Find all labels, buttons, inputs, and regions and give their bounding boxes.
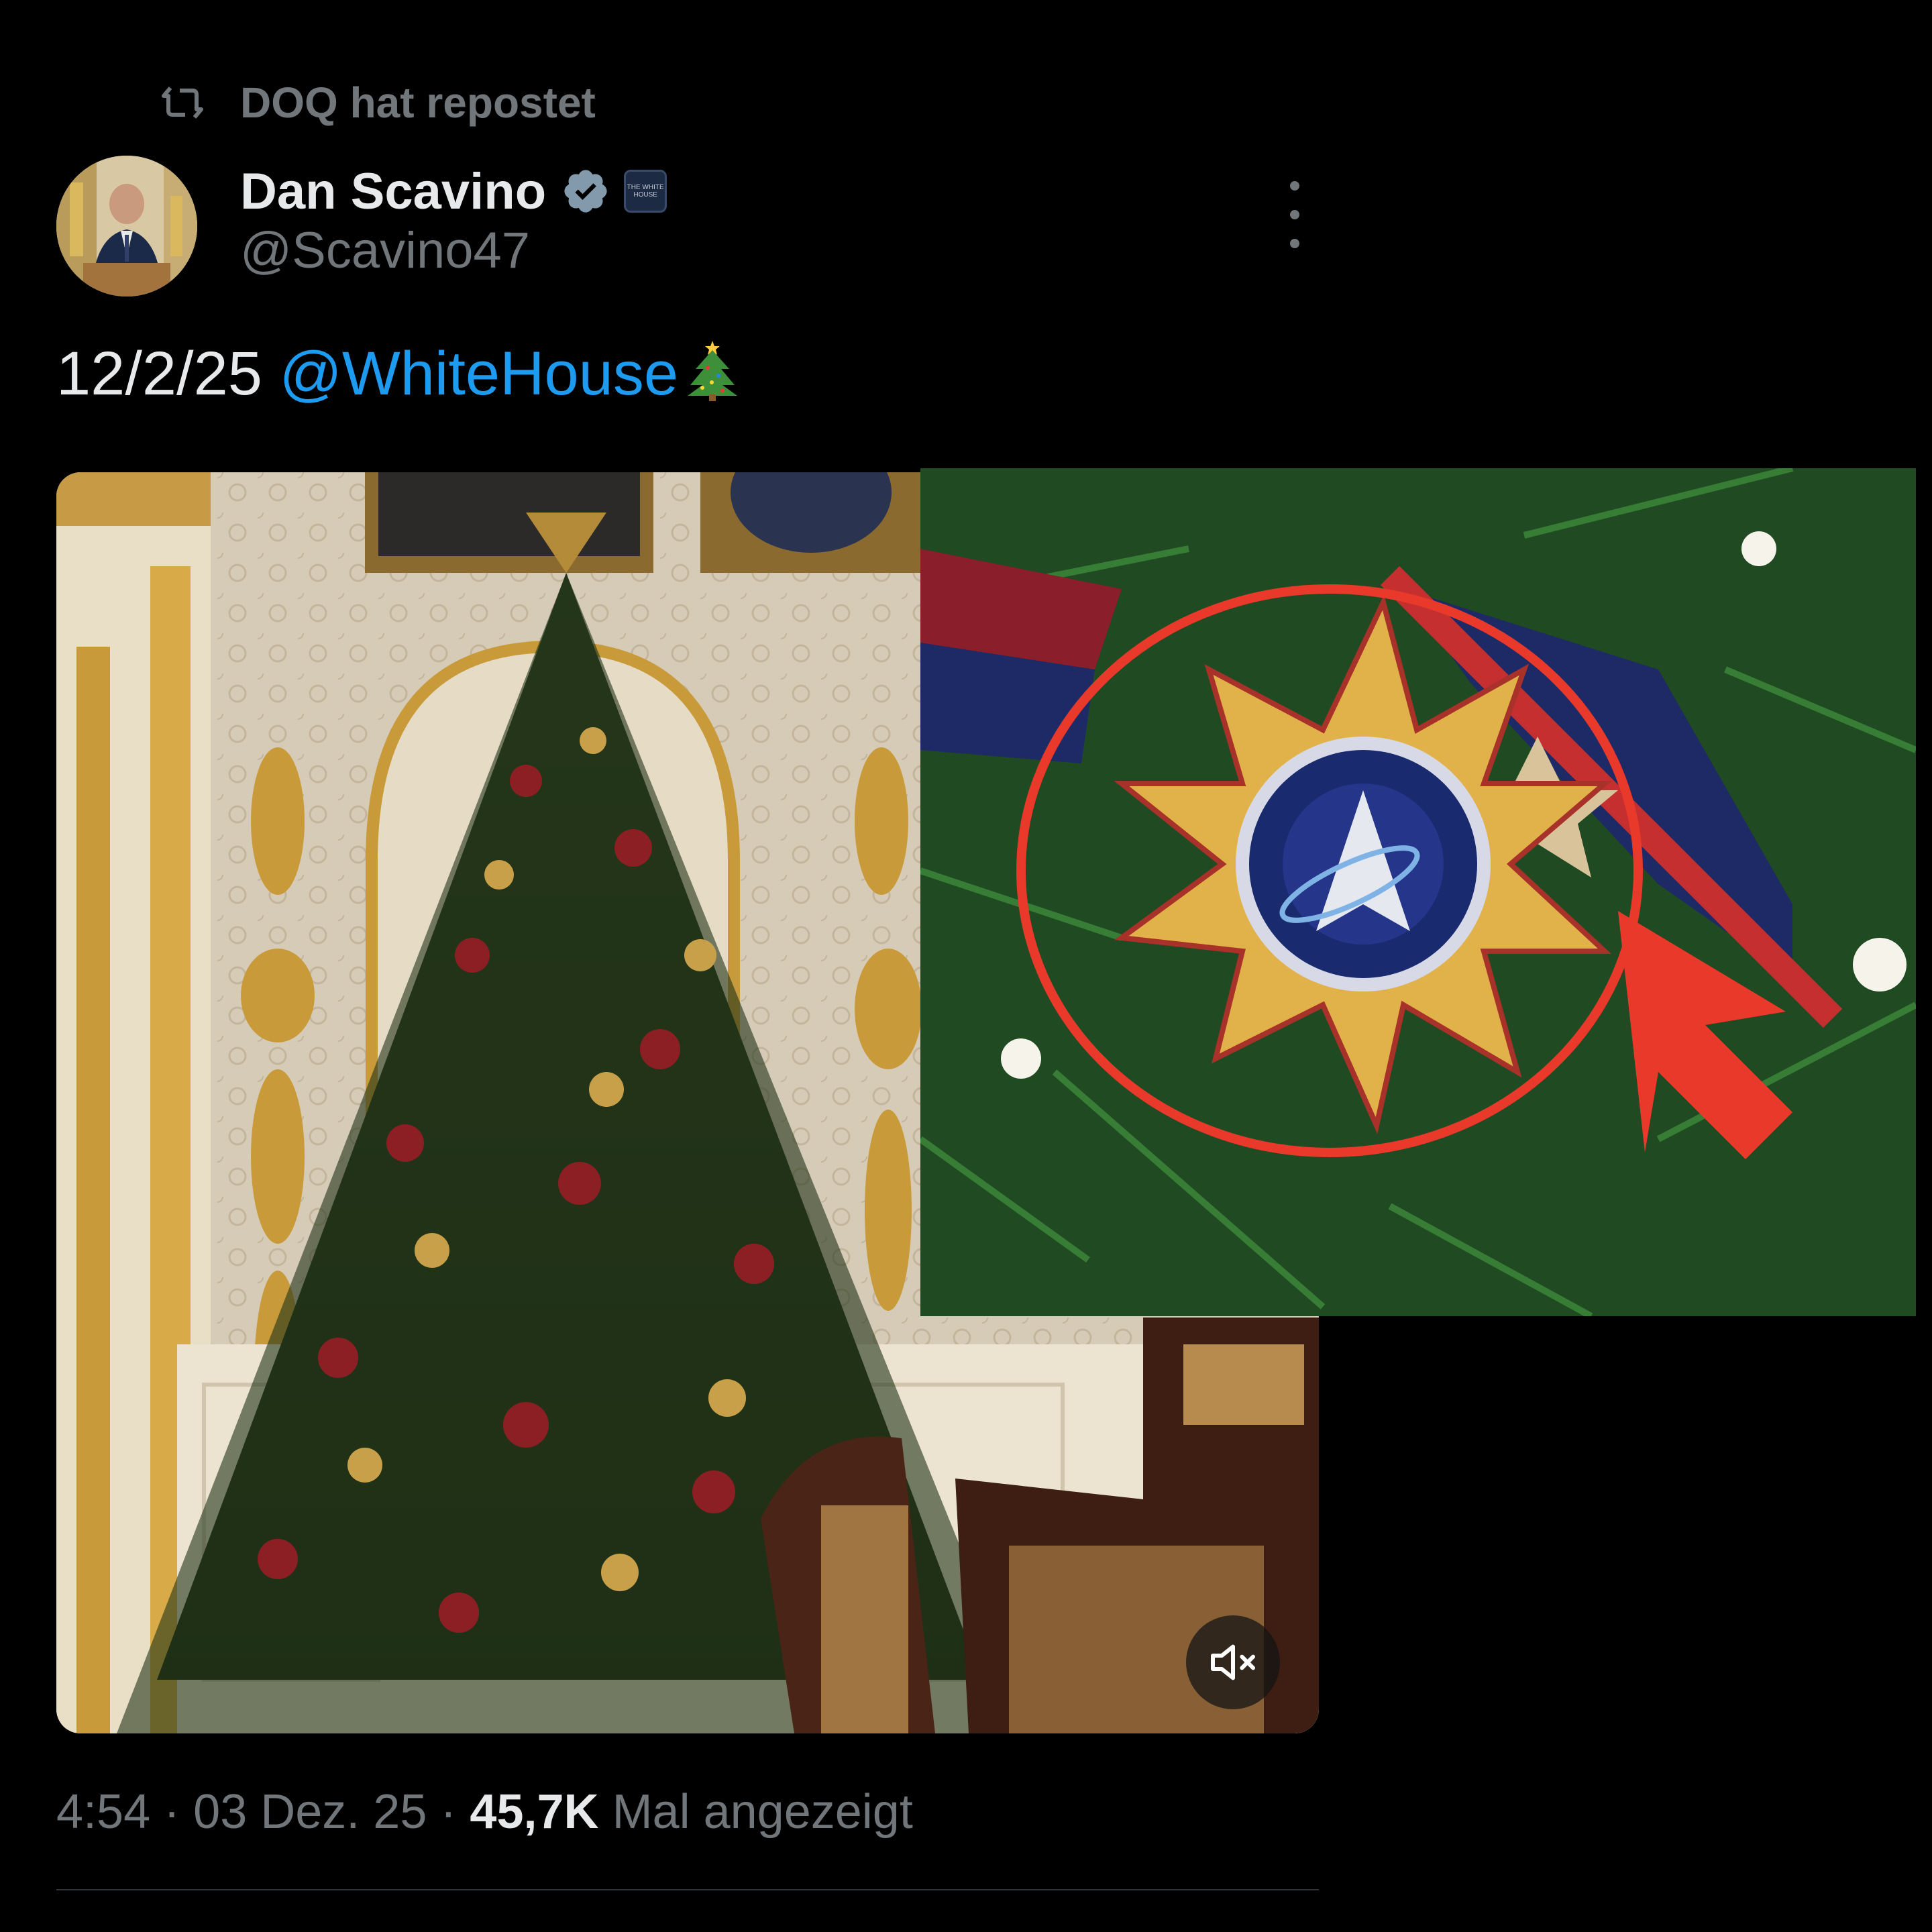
author-handle[interactable]: @Scavino47: [240, 221, 530, 280]
meta-separator: ·: [440, 1785, 457, 1839]
tweet-time[interactable]: 4:54: [56, 1785, 150, 1839]
more-dot: [1290, 239, 1299, 248]
more-dot: [1290, 210, 1299, 219]
affiliation-badge-text: THE WHITE HOUSE: [627, 184, 664, 199]
tweet-date-text: 12/2/25: [56, 339, 262, 408]
tweet-text: 12/2/25 @WhiteHouse: [56, 334, 743, 409]
repost-header: DOQ hat repostet: [161, 72, 596, 133]
mention-link[interactable]: @WhiteHouse: [280, 339, 679, 408]
repost-icon: [162, 87, 203, 119]
views-count: 45,7K: [470, 1785, 599, 1839]
tweet-date[interactable]: 03 Dez. 25: [193, 1785, 427, 1839]
repost-label[interactable]: DOQ hat repostet: [240, 78, 596, 127]
mute-toggle-button[interactable]: [1186, 1615, 1280, 1709]
author-avatar[interactable]: [56, 156, 197, 297]
white-house-badge-icon[interactable]: THE WHITE HOUSE: [624, 170, 667, 213]
author-display-name[interactable]: Dan Scavino: [240, 162, 546, 221]
author-name-row: Dan Scavino THE WHITE HOUSE: [240, 158, 667, 225]
more-dot: [1290, 181, 1299, 191]
tweet-meta: 4:54 · 03 Dez. 25 · 45,7K Mal angezeigt: [56, 1784, 913, 1839]
muted-speaker-icon: [1211, 1644, 1255, 1680]
space-force-ornament-closeup: [920, 468, 1916, 1316]
divider: [56, 1889, 1319, 1890]
verified-badge-icon: [564, 170, 607, 213]
more-options-button[interactable]: [1275, 181, 1315, 248]
views-label: Mal angezeigt: [612, 1785, 913, 1839]
meta-separator: ·: [164, 1785, 180, 1839]
zoomed-ornament-inset: [920, 468, 1916, 1316]
christmas-tree-emoji: [688, 341, 738, 401]
